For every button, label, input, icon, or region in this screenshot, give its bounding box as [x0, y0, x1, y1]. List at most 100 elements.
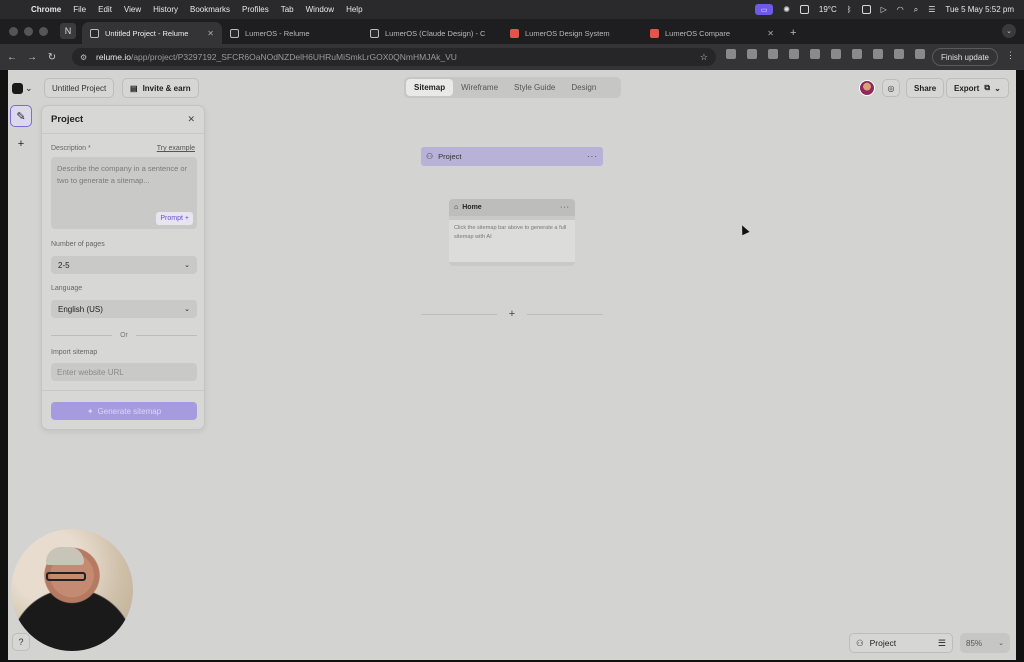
- back-icon[interactable]: ←: [4, 52, 20, 63]
- home-icon: ⌂: [454, 204, 459, 211]
- menu-help[interactable]: Help: [346, 5, 362, 14]
- bluetooth-icon[interactable]: ᛒ: [847, 5, 852, 14]
- mouse-cursor-icon: [738, 223, 750, 236]
- avatar[interactable]: [859, 80, 875, 96]
- project-selector-label: Project: [869, 638, 897, 648]
- search-icon[interactable]: ⌕: [914, 5, 918, 15]
- extension-icon[interactable]: [747, 49, 757, 59]
- relume-logo-menu[interactable]: ⌄: [12, 79, 33, 97]
- figma-icon: ⧉: [984, 83, 991, 92]
- play-icon[interactable]: ▷: [881, 5, 887, 14]
- url-path: /app/project/P3297192_SFCR6OaNOdNZDelH6U…: [130, 52, 457, 62]
- wifi-icon[interactable]: ◠: [897, 5, 904, 14]
- generate-sitemap-button[interactable]: ✦ Generate sitemap: [51, 402, 197, 420]
- download-icon[interactable]: [894, 49, 904, 59]
- extension-icon[interactable]: [810, 49, 820, 59]
- description-textarea[interactable]: Describe the company in a sentence or tw…: [51, 157, 197, 229]
- webcam-overlay: [11, 529, 133, 651]
- reload-icon[interactable]: ↻: [44, 52, 60, 63]
- more-icon[interactable]: ···: [587, 152, 598, 161]
- pages-select[interactable]: 2-5 ⌄: [51, 256, 197, 274]
- or-label: Or: [120, 331, 128, 339]
- divider: [42, 390, 204, 391]
- tab-design[interactable]: Design: [563, 79, 604, 96]
- browser-tab-compare[interactable]: LumerOS Compare ✕: [642, 22, 782, 44]
- menu-profiles[interactable]: Profiles: [242, 5, 269, 14]
- brightness-icon[interactable]: ✺: [783, 5, 790, 14]
- project-sitemap-bar[interactable]: ⚇ Project ···: [421, 147, 603, 166]
- menu-tab[interactable]: Tab: [281, 5, 294, 14]
- tab-wireframe[interactable]: Wireframe: [453, 79, 506, 96]
- try-example-link[interactable]: Try example: [157, 145, 195, 152]
- browser-tab-lumeros-claude[interactable]: LumerOS (Claude Design) - C: [362, 22, 502, 44]
- screen-record-icon[interactable]: ▭: [755, 4, 774, 15]
- pinned-notion-tab-icon[interactable]: N: [60, 23, 76, 39]
- language-select[interactable]: English (US) ⌄: [51, 300, 197, 318]
- export-button[interactable]: Export ⧉ ⌄: [946, 78, 1009, 98]
- site-info-icon[interactable]: ⚙: [80, 53, 90, 62]
- extension-icon[interactable]: [852, 49, 862, 59]
- home-card-header: ⌂ Home ···: [449, 199, 575, 216]
- browser-tab-relume-project[interactable]: Untitled Project - Relume ✕: [82, 22, 222, 44]
- invite-earn-button[interactable]: ▤ Invite & earn: [122, 78, 199, 98]
- menu-view[interactable]: View: [124, 5, 141, 14]
- extension-icon[interactable]: [831, 49, 841, 59]
- import-label: Import sitemap: [51, 349, 98, 356]
- tab-sitemap[interactable]: Sitemap: [406, 79, 454, 96]
- prompt-button[interactable]: Prompt +: [156, 212, 193, 225]
- home-page-card[interactable]: ⌂ Home ··· Click the sitemap bar above t…: [449, 199, 575, 266]
- tab-search-icon[interactable]: ⌄: [1002, 24, 1016, 38]
- extension-icon[interactable]: [726, 49, 736, 59]
- control-center-icon[interactable]: ☰: [928, 5, 935, 14]
- view-tabs: Sitemap Wireframe Style Guide Design: [404, 77, 621, 98]
- export-label: Export: [954, 83, 980, 93]
- zoom-control[interactable]: 85% ⌄: [960, 633, 1010, 653]
- app-status-icon[interactable]: [799, 5, 809, 14]
- website-url-input[interactable]: [51, 363, 197, 381]
- menu-bookmarks[interactable]: Bookmarks: [190, 5, 230, 14]
- menu-window[interactable]: Window: [306, 5, 334, 14]
- close-tab-icon[interactable]: ✕: [767, 29, 774, 38]
- comments-icon[interactable]: ◎: [882, 79, 900, 97]
- close-window-icon[interactable]: [9, 27, 18, 36]
- browser-tab-lumeros-relume[interactable]: LumerOS - Relume: [222, 22, 362, 44]
- profile-icon[interactable]: [915, 49, 925, 59]
- minimize-window-icon[interactable]: [24, 27, 33, 36]
- share-button[interactable]: Share: [906, 78, 945, 98]
- browser-menu-icon[interactable]: ⋮: [1006, 50, 1015, 61]
- extension-icon[interactable]: [768, 49, 778, 59]
- clock[interactable]: Tue 5 May 5:52 pm: [945, 5, 1014, 14]
- weather-temperature[interactable]: 19°C: [819, 5, 837, 14]
- menu-chrome[interactable]: Chrome: [31, 5, 61, 14]
- forward-icon[interactable]: →: [24, 52, 40, 63]
- maximize-window-icon[interactable]: [39, 27, 48, 36]
- add-page-icon[interactable]: +: [509, 308, 515, 320]
- lumeros-favicon-icon: [510, 28, 519, 38]
- address-bar[interactable]: ⚙ relume.io/app/project/P3297192_SFCR6Oa…: [72, 48, 716, 66]
- browser-tab-strip: N Untitled Project - Relume ✕ LumerOS - …: [0, 19, 1024, 44]
- browser-tab-design-system[interactable]: LumerOS Design System: [502, 22, 642, 44]
- description-label: Description *: [51, 145, 91, 152]
- help-button[interactable]: ?: [12, 633, 30, 651]
- new-tab-icon[interactable]: +: [790, 27, 796, 39]
- chevron-down-icon: ⌄: [25, 82, 33, 93]
- add-tool-icon[interactable]: +: [10, 133, 32, 155]
- close-tab-icon[interactable]: ✕: [207, 29, 214, 38]
- project-name-button[interactable]: Untitled Project: [44, 78, 115, 98]
- tab-style-guide[interactable]: Style Guide: [506, 79, 563, 96]
- ai-wand-tool-icon[interactable]: ✎: [10, 105, 32, 127]
- tab-title: LumerOS - Relume: [245, 28, 310, 38]
- extensions-puzzle-icon[interactable]: [873, 49, 883, 59]
- close-icon[interactable]: ✕: [187, 114, 195, 125]
- finish-update-button[interactable]: Finish update: [931, 48, 998, 66]
- project-selector[interactable]: ⚇ Project ☰: [849, 633, 953, 653]
- menu-history[interactable]: History: [153, 5, 178, 14]
- sparkle-icon: ✦: [86, 406, 94, 416]
- menu-edit[interactable]: Edit: [98, 5, 112, 14]
- more-icon[interactable]: ···: [560, 204, 570, 211]
- extension-icon[interactable]: [789, 49, 799, 59]
- battery-icon[interactable]: [861, 5, 871, 14]
- project-node-label: Project: [438, 152, 462, 161]
- menu-file[interactable]: File: [73, 5, 86, 14]
- bookmark-star-icon[interactable]: ☆: [700, 52, 708, 63]
